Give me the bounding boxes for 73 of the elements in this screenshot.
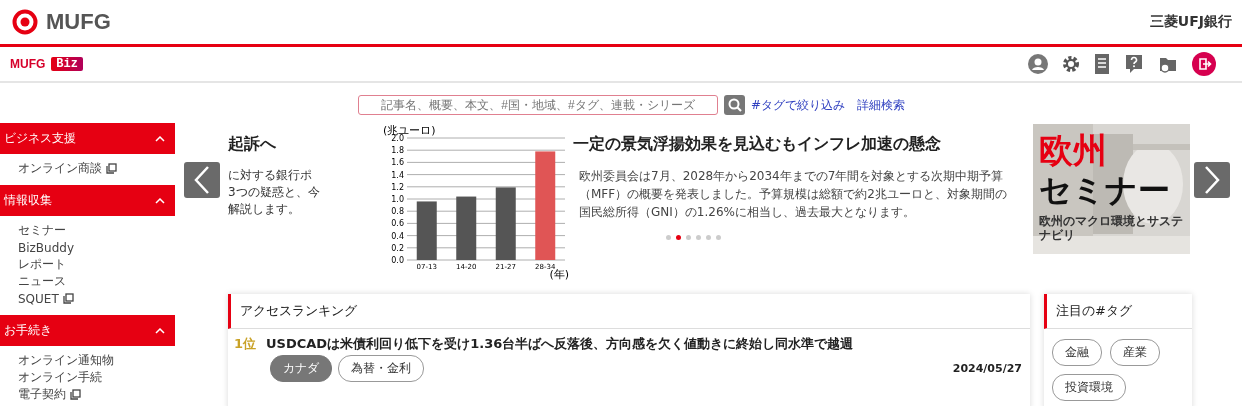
carousel-dot[interactable] <box>696 235 701 240</box>
sidebar-item[interactable]: BizBuddy <box>18 240 75 255</box>
external-window-icon <box>70 389 81 400</box>
sidebar-item[interactable]: レポート <box>18 256 66 273</box>
slide-title: 一定の景気浮揚効果を見込むもインフレ加速の懸念 <box>573 134 942 155</box>
external-window-icon <box>62 293 74 304</box>
axis-label: 1.6 <box>391 158 404 168</box>
sidebar-item[interactable]: オンライン手続 <box>18 369 102 386</box>
seminar-banner[interactable]: 欧州 セミナー 欧州のマクロ環境とサステナビリ <box>1033 124 1190 254</box>
slide-text: 欧州委員会は7月、2028年から2034年までの7年間を対象とする次期中期予算（MFF）の概要を発表しました。予算規模は総額で約2兆ユーロと、対象期間の国民総所得（GNI）の1.26%に相当し、過去最大となります。 <box>579 168 1008 221</box>
banner-title: セミナー <box>1039 170 1171 210</box>
carousel-dot[interactable] <box>676 235 681 240</box>
chevron-icon <box>155 135 165 142</box>
carousel-dot[interactable] <box>686 235 691 240</box>
search-link[interactable]: #タグで絞り込み <box>751 96 846 114</box>
slide-text: 解説します。 <box>228 201 301 218</box>
axis-label: 0.8 <box>391 207 404 217</box>
axis-title: (年) <box>549 268 569 281</box>
carousel-dot[interactable] <box>666 235 671 240</box>
axis-label: 0.6 <box>391 219 404 229</box>
banner-title: 欧州 <box>1039 130 1108 170</box>
rank-number: 1位 <box>234 335 257 353</box>
search-link[interactable]: 詳細検索 <box>857 96 906 114</box>
chevron-right-icon <box>1203 165 1221 195</box>
slide-title: 起訴へ <box>228 134 277 155</box>
tag-chip[interactable]: カナダ <box>270 355 332 382</box>
axis-label: 2.0 <box>391 134 404 143</box>
settings-icon[interactable] <box>1062 55 1080 73</box>
article-link[interactable]: USDCADは米債利回り低下を受け1.36台半ばへ反落後、方向感を欠く値動きに終始し同水準で越週 <box>266 335 854 353</box>
tag-chip[interactable]: 金融 <box>1052 339 1102 366</box>
tag-chip[interactable]: 為替・金利 <box>338 355 424 382</box>
external-window-icon <box>106 163 117 174</box>
axis-label: 0.2 <box>391 243 404 253</box>
next-slide-button[interactable] <box>1194 162 1230 198</box>
chevron-icon <box>155 197 165 204</box>
search-button[interactable] <box>724 95 745 115</box>
search-field[interactable]: 記事名、概要、本文、#国・地域、#タグ、連載・シリーズ <box>358 95 718 115</box>
tag-chip[interactable]: 産業 <box>1110 339 1160 366</box>
chevron-icon <box>155 327 165 334</box>
user-icon[interactable] <box>1028 54 1048 74</box>
sidebar-item[interactable]: セミナー <box>18 222 66 239</box>
sidebar-item[interactable]: オンライン通知物 <box>18 352 114 369</box>
axis-label: 0.4 <box>391 231 404 241</box>
sidebar-item[interactable]: 電子契約 <box>18 386 66 403</box>
sidebar-item[interactable]: オンライン商談 <box>18 160 102 177</box>
axis-label: 1.2 <box>391 182 404 192</box>
banner-subtitle: 欧州のマクロ環境とサステナビリ <box>1039 214 1184 242</box>
help-icon[interactable] <box>1124 53 1144 75</box>
tag-chip[interactable]: 投資環境 <box>1052 374 1126 401</box>
card-title: 注目の#タグ <box>1056 302 1132 320</box>
document-icon[interactable] <box>1094 53 1110 75</box>
carousel-dot[interactable] <box>706 235 711 240</box>
axis-label: 1.0 <box>391 195 404 204</box>
sidebar-item[interactable]: ニュース <box>18 273 66 290</box>
article-date: 2024/05/27 <box>952 362 1022 375</box>
sidebar-section-header[interactable]: 情報収集 <box>0 185 175 216</box>
axis-label: 1.4 <box>391 170 404 180</box>
brand-badge: Biz <box>51 57 83 71</box>
chevron-left-icon <box>193 165 211 195</box>
bank-name: 三菱UFJ銀行 <box>1149 13 1232 31</box>
card-title: アクセスランキング <box>240 302 357 320</box>
previous-slide-button[interactable] <box>184 162 220 198</box>
brand-name: MUFG <box>10 57 46 71</box>
sidebar-item[interactable]: SQUET <box>18 291 59 306</box>
axis-label: 1.8 <box>391 146 404 156</box>
axis-label: 0.0 <box>391 256 404 265</box>
sidebar-section-header[interactable]: お手続き <box>0 315 175 346</box>
slide-text: に対する銀行ポ <box>228 167 313 184</box>
carousel-dot[interactable] <box>716 235 721 240</box>
sidebar-section-header[interactable]: ビジネス支援 <box>0 123 175 154</box>
slide-text: 3つの疑惑と、今 <box>228 184 321 201</box>
logout-icon[interactable] <box>1192 52 1216 76</box>
logo-text: MUFG <box>46 9 111 35</box>
